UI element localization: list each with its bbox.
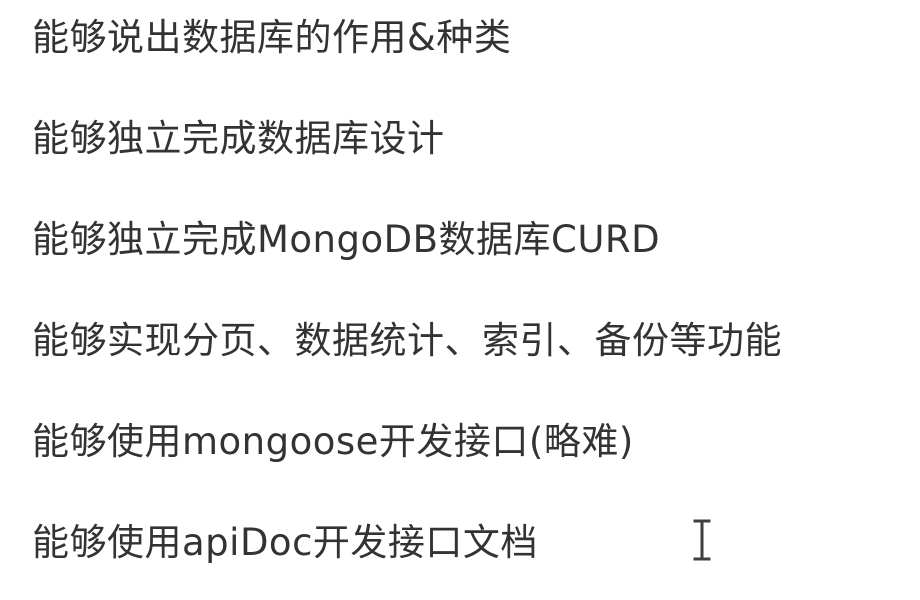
- slide-canvas: 能够说出数据库的作用&种类 能够独立完成数据库设计 能够独立完成MongoDB数…: [0, 0, 920, 600]
- text-cursor-icon: [690, 519, 714, 561]
- list-item: 能够使用mongoose开发接口(略难): [32, 420, 634, 463]
- list-item: 能够使用apiDoc开发接口文档: [32, 521, 538, 564]
- list-item: 能够独立完成MongoDB数据库CURD: [32, 218, 661, 261]
- list-item: 能够说出数据库的作用&种类: [32, 16, 512, 59]
- list-item: 能够实现分页、数据统计、索引、备份等功能: [32, 319, 782, 362]
- objectives-list: 能够说出数据库的作用&种类 能够独立完成数据库设计 能够独立完成MongoDB数…: [32, 10, 782, 600]
- list-item: 能够独立完成数据库设计: [32, 117, 445, 160]
